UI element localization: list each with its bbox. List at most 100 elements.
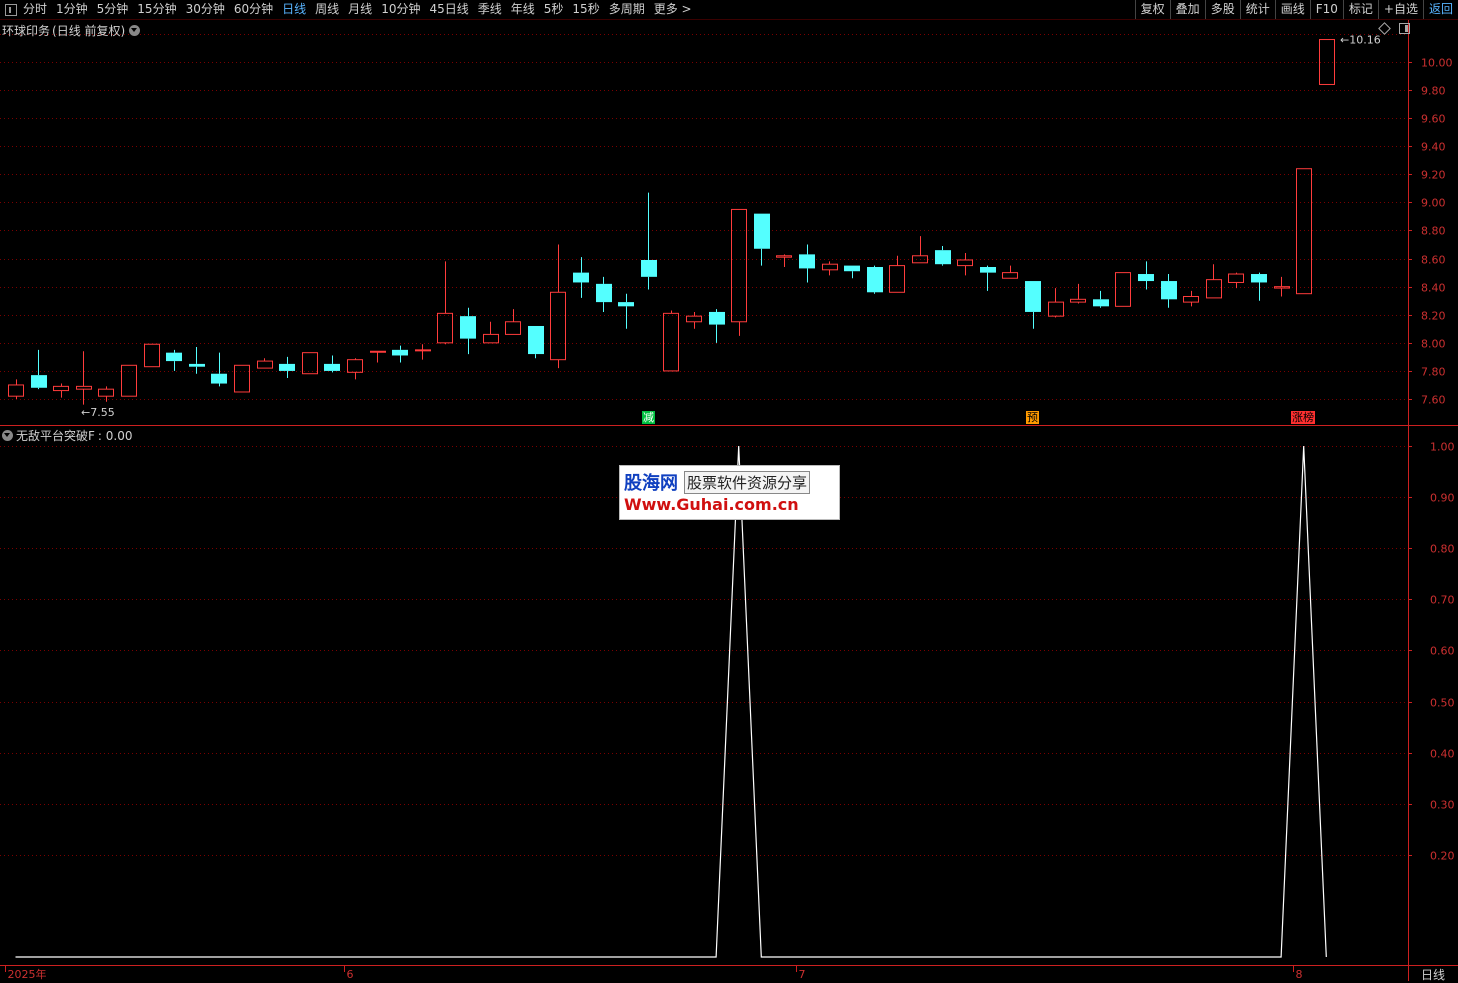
period-tab[interactable]: 更多 > [654,0,692,19]
period-tab[interactable]: 月线 [348,0,372,19]
candle-body [1228,273,1244,283]
y-tick-label: 8.60 [1421,254,1446,267]
candle-body [731,208,747,323]
indicator-value: : 0.00 [97,428,133,443]
indicator-title: 无敌平台突破F : 0.00 [2,427,132,444]
candle-body [1251,274,1267,283]
candle-body [754,213,770,249]
candle-body [822,263,838,271]
candle-body [392,349,408,356]
candle-body [935,250,951,265]
period-tab[interactable]: 45日线 [429,0,468,19]
candle-body [437,312,453,344]
candle-body [980,267,996,273]
y-tick-label: 7.60 [1421,394,1446,407]
period-tabs: 分时 1分钟 5分钟 15分钟 30分钟 60分钟 日线 周线 月线 10分钟 45日线 季线 年线 5秒… [0,0,701,19]
candle-body [641,259,657,277]
period-tab[interactable]: 60分钟 [234,0,273,19]
y-tick-label: 8.80 [1421,225,1446,238]
y-tick-label: 8.40 [1421,282,1446,295]
period-tab[interactable]: 5秒 [544,0,564,19]
y-tick-label: 10.00 [1421,57,1453,70]
candle-body [8,384,24,397]
candle-body [483,333,499,344]
y-tick-label: 0.90 [1430,492,1455,505]
period-tab[interactable]: 5分钟 [97,0,129,19]
x-tick-label: 2025年 [8,967,47,981]
period-tab[interactable]: 周线 [315,0,339,19]
panel-icon[interactable] [1399,23,1410,34]
candle-body [1048,301,1064,317]
candle-body [166,352,182,362]
y-tick-label: 7.80 [1421,366,1446,379]
high-price-marker: ←10.16 [1340,34,1381,47]
toolbar-action-button[interactable]: 标记 [1342,0,1378,19]
candle-body [1093,299,1109,307]
toolbar-action-button[interactable]: 多股 [1204,0,1240,19]
candle-body [957,259,973,267]
toolbar-action-button[interactable]: +自选 [1377,0,1423,19]
period-tab[interactable]: 年线 [511,0,535,19]
candle-body [1206,279,1222,299]
toolbar-action-button[interactable]: 返回 [1422,0,1458,19]
toolbar-action-button[interactable]: 复权 [1134,0,1170,19]
period-tab[interactable]: 15分钟 [137,0,176,19]
candle-body [370,350,386,353]
period-tab[interactable]: 分时 [23,0,47,19]
period-tab[interactable]: 多周期 [609,0,645,19]
period-tab[interactable]: 15秒 [572,0,599,19]
candle-body [31,375,47,388]
candle-body [550,291,566,361]
period-tab[interactable]: 日线 [282,0,306,19]
toolbar-action-button[interactable]: 统计 [1239,0,1275,19]
panel-toggle-icon[interactable] [5,3,17,16]
period-tab[interactable]: 30分钟 [186,0,225,19]
candle-body [686,315,702,323]
toolbar-action-button[interactable]: 叠加 [1169,0,1205,19]
x-tick-label: 7 [799,968,806,981]
candle-body [844,265,860,272]
chart-corner-icons [1378,22,1410,35]
signal-tag: 涨榜 [1291,411,1315,424]
x-tick-label: 6 [347,968,354,981]
candle-body [189,363,205,367]
indicator-dropdown-icon[interactable] [2,430,13,441]
candle-body [257,360,273,369]
period-label[interactable]: 日线 [1410,966,1456,983]
candle-body [98,388,114,397]
watermark-brand: 股海网 [624,473,678,494]
period-tab[interactable]: 1分钟 [56,0,88,19]
y-tick-label: 0.20 [1430,850,1455,863]
y-tick-label: 9.20 [1421,169,1446,182]
candle-body [505,321,521,335]
y-tick-label: 8.00 [1421,338,1446,351]
y-tick-label: 0.50 [1430,697,1455,710]
y-tick-label: 0.70 [1430,594,1455,607]
y-tick-label: 9.60 [1421,113,1446,126]
candle-body [144,343,160,368]
candle-body [596,283,612,303]
candle-body [776,255,792,258]
toolbar-action-button[interactable]: 画线 [1274,0,1310,19]
toolbar-action-button[interactable]: F10 [1309,0,1343,19]
stock-name: 环球印务 [2,24,51,38]
y-tick-label: 0.30 [1430,799,1455,812]
indicator-name[interactable]: 无敌平台突破F [16,427,95,444]
diamond-icon[interactable] [1378,22,1391,35]
signal-tag: 减 [642,411,655,424]
y-tick-label: 0.80 [1430,543,1455,556]
indicator-series-line [15,445,1327,958]
dropdown-icon[interactable] [129,25,141,36]
period-tab[interactable]: 10分钟 [381,0,420,19]
y-tick-label: 1.00 [1430,441,1455,454]
y-tick-label: 9.00 [1421,197,1446,210]
period-tab[interactable]: 季线 [478,0,502,19]
candle-body [1161,281,1177,300]
candle-body [709,311,725,325]
y-tick-label: 9.80 [1421,85,1446,98]
candle-body [618,302,634,307]
stock-title: 环球印务 (日线 前复权) [2,22,141,39]
candle-body [1183,295,1199,303]
candle-body [867,267,883,293]
candle-body [76,385,92,390]
